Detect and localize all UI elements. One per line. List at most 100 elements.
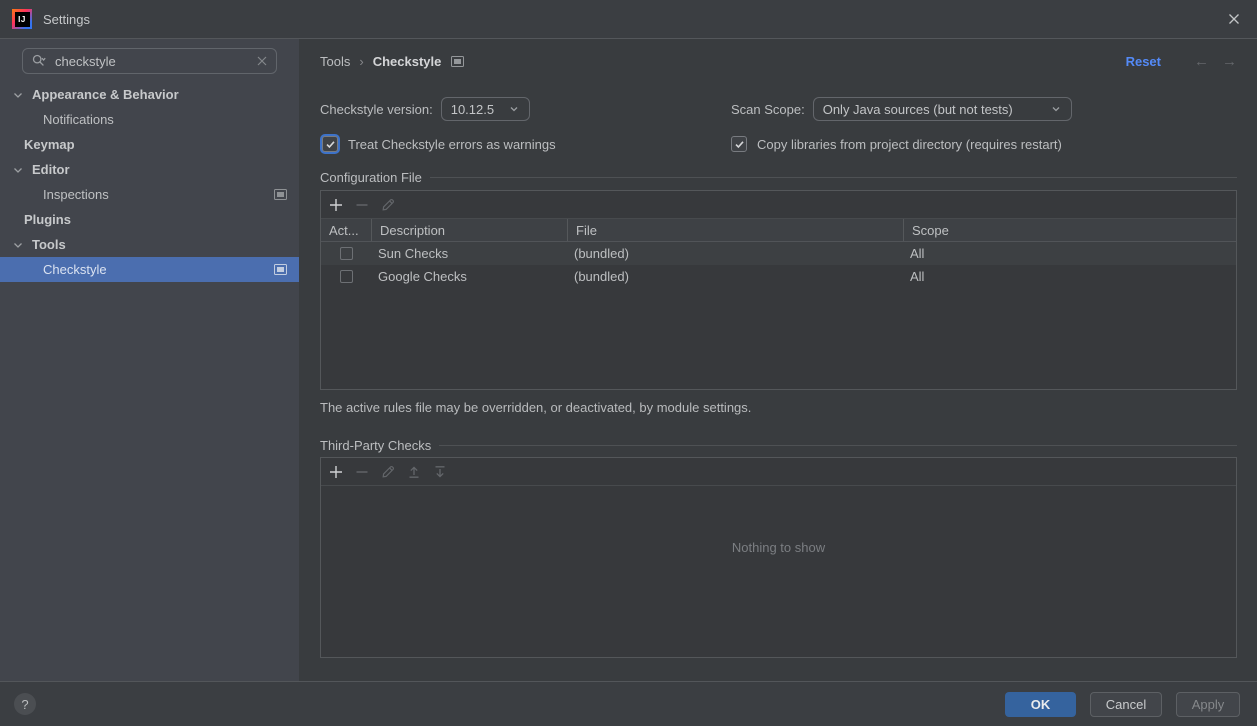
active-checkbox[interactable] (340, 247, 353, 260)
move-down-button[interactable] (432, 464, 448, 480)
column-file[interactable]: File (568, 219, 904, 241)
forward-arrow-icon[interactable]: → (1222, 53, 1237, 70)
module-override-note: The active rules file may be overridden,… (320, 400, 751, 415)
sidebar-item-checkstyle[interactable]: Checkstyle (0, 257, 299, 282)
third-party-toolbar (321, 458, 1236, 486)
configuration-file-table: Act... Description File Scope Sun Checks… (320, 190, 1237, 390)
intellij-logo-icon: IJ (12, 9, 32, 29)
breadcrumb-checkstyle: Checkstyle (373, 54, 442, 69)
dialog-footer: ? OK Cancel Apply (0, 681, 1257, 726)
configuration-file-toolbar (321, 191, 1236, 219)
table-row-sun-checks[interactable]: Sun Checks (bundled) All (321, 242, 1236, 265)
settings-tree: Appearance & Behavior Notifications Keym… (0, 74, 299, 282)
cancel-button[interactable]: Cancel (1090, 692, 1162, 717)
question-mark-icon: ? (21, 697, 28, 712)
add-button[interactable] (328, 464, 344, 480)
table-row-google-checks[interactable]: Google Checks (bundled) All (321, 265, 1236, 288)
copy-libraries-checkbox[interactable] (731, 136, 747, 152)
arrow-down-to-line-icon (432, 464, 448, 480)
minus-icon (354, 197, 370, 213)
scope-cell: All (904, 269, 1236, 284)
window-title: Settings (43, 12, 90, 27)
pencil-icon (380, 464, 396, 480)
chevron-down-icon[interactable] (10, 162, 26, 178)
copy-libraries-row: Copy libraries from project directory (r… (731, 135, 1062, 153)
section-divider (430, 177, 1237, 178)
sidebar-item-plugins[interactable]: Plugins (0, 207, 299, 232)
version-label: Checkstyle version: (320, 102, 433, 117)
section-divider (439, 445, 1237, 446)
scan-scope-dropdown[interactable]: Only Java sources (but not tests) (813, 97, 1072, 121)
column-description[interactable]: Description (372, 219, 568, 241)
description-cell: Google Checks (372, 269, 568, 284)
minus-icon (354, 464, 370, 480)
edit-button[interactable] (380, 197, 396, 213)
page-header: Tools › Checkstyle Reset ← → (320, 52, 1237, 70)
checkstyle-settings-panel: Tools › Checkstyle Reset ← → Checkstyle … (299, 39, 1257, 681)
configuration-file-section-header: Configuration File (320, 169, 1237, 185)
reset-link[interactable]: Reset (1126, 54, 1161, 69)
close-icon (1227, 12, 1241, 26)
settings-page-icon (274, 264, 287, 275)
version-value: 10.12.5 (451, 102, 494, 117)
file-cell: (bundled) (568, 269, 904, 284)
breadcrumb-tools[interactable]: Tools (320, 54, 350, 69)
plus-icon (328, 464, 344, 480)
scan-scope-label: Scan Scope: (731, 102, 805, 117)
move-up-button[interactable] (406, 464, 422, 480)
chevron-down-icon[interactable] (10, 87, 26, 103)
ok-button[interactable]: OK (1005, 692, 1076, 717)
checkstyle-version-control: Checkstyle version: 10.12.5 (320, 97, 530, 121)
column-active[interactable]: Act... (321, 219, 372, 241)
copy-libraries-label: Copy libraries from project directory (r… (757, 137, 1062, 152)
remove-button[interactable] (354, 464, 370, 480)
sidebar-item-notifications[interactable]: Notifications (0, 107, 299, 132)
scope-cell: All (904, 246, 1236, 261)
treat-errors-label: Treat Checkstyle errors as warnings (348, 137, 556, 152)
search-input[interactable] (53, 53, 250, 70)
sidebar-item-tools[interactable]: Tools (0, 232, 299, 257)
version-dropdown[interactable]: 10.12.5 (441, 97, 530, 121)
treat-errors-as-warnings-row: Treat Checkstyle errors as warnings (322, 135, 556, 153)
chevron-down-icon (507, 102, 521, 116)
edit-button[interactable] (380, 464, 396, 480)
scan-scope-value: Only Java sources (but not tests) (823, 102, 1013, 117)
arrow-up-from-line-icon (406, 464, 422, 480)
checkmark-icon (325, 139, 336, 150)
sidebar-item-editor[interactable]: Editor (0, 157, 299, 182)
add-button[interactable] (328, 197, 344, 213)
active-cell (321, 270, 372, 283)
plus-icon (328, 197, 344, 213)
search-icon (31, 53, 47, 69)
settings-sidebar: Appearance & Behavior Notifications Keym… (0, 39, 299, 681)
help-button[interactable]: ? (14, 693, 36, 715)
configuration-file-title: Configuration File (320, 170, 422, 185)
third-party-title: Third-Party Checks (320, 438, 431, 453)
empty-list-message: Nothing to show (321, 486, 1236, 555)
apply-button[interactable]: Apply (1176, 692, 1240, 717)
chevron-down-icon[interactable] (10, 237, 26, 253)
back-arrow-icon[interactable]: ← (1194, 53, 1209, 70)
clear-search-icon[interactable] (256, 55, 268, 67)
treat-errors-checkbox[interactable] (322, 136, 338, 152)
third-party-checks-table: Nothing to show (320, 457, 1237, 658)
column-scope[interactable]: Scope (904, 219, 1236, 241)
file-cell: (bundled) (568, 246, 904, 261)
sidebar-item-appearance-behavior[interactable]: Appearance & Behavior (0, 82, 299, 107)
titlebar: IJ Settings (0, 0, 1257, 39)
breadcrumb-separator: › (359, 54, 363, 69)
checkmark-icon (734, 139, 745, 150)
remove-button[interactable] (354, 197, 370, 213)
chevron-down-icon (1049, 102, 1063, 116)
pencil-icon (380, 197, 396, 213)
scan-scope-control: Scan Scope: Only Java sources (but not t… (731, 97, 1072, 121)
close-button[interactable] (1225, 10, 1243, 28)
active-checkbox[interactable] (340, 270, 353, 283)
sidebar-item-keymap[interactable]: Keymap (0, 132, 299, 157)
description-cell: Sun Checks (372, 246, 568, 261)
settings-page-icon (451, 56, 464, 67)
settings-search-field[interactable] (22, 48, 277, 74)
sidebar-item-inspections[interactable]: Inspections (0, 182, 299, 207)
intellij-logo-text: IJ (15, 12, 30, 27)
third-party-section-header: Third-Party Checks (320, 437, 1237, 453)
